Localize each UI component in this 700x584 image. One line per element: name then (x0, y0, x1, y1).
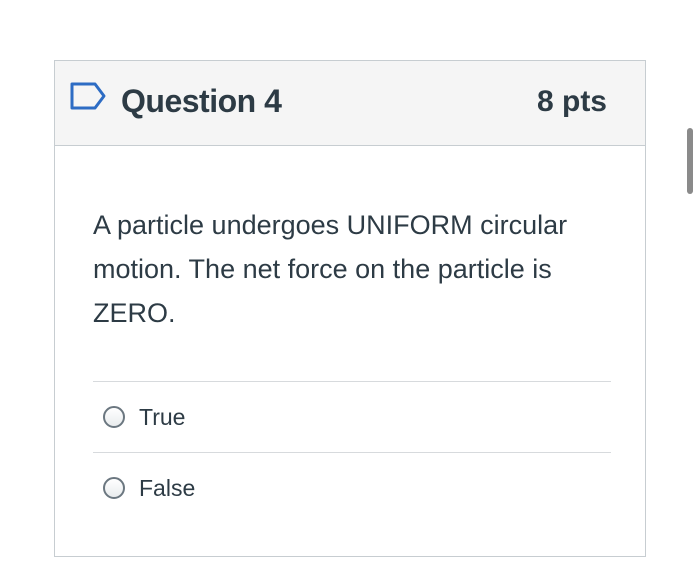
scrollbar-thumb[interactable] (687, 128, 693, 194)
question-header: Question 4 8 pts (55, 61, 645, 146)
answer-label: False (139, 474, 196, 501)
question-text: A particle undergoes UNIFORM circular mo… (93, 210, 568, 328)
question-points: 8 pts (536, 85, 607, 118)
bookmark-flag-icon[interactable] (69, 81, 107, 111)
question-title: Question 4 (121, 83, 282, 119)
answer-label: True (139, 403, 186, 430)
question-card: Question 4 8 pts A particle undergoes UN… (54, 60, 646, 557)
answer-option-false[interactable]: False (93, 452, 611, 523)
answer-option-true[interactable]: True (93, 381, 611, 452)
answer-list: True False (93, 381, 611, 523)
quiz-page: Question 4 8 pts A particle undergoes UN… (0, 0, 700, 584)
radio-button-false[interactable] (103, 477, 125, 499)
radio-button-true[interactable] (103, 406, 125, 428)
